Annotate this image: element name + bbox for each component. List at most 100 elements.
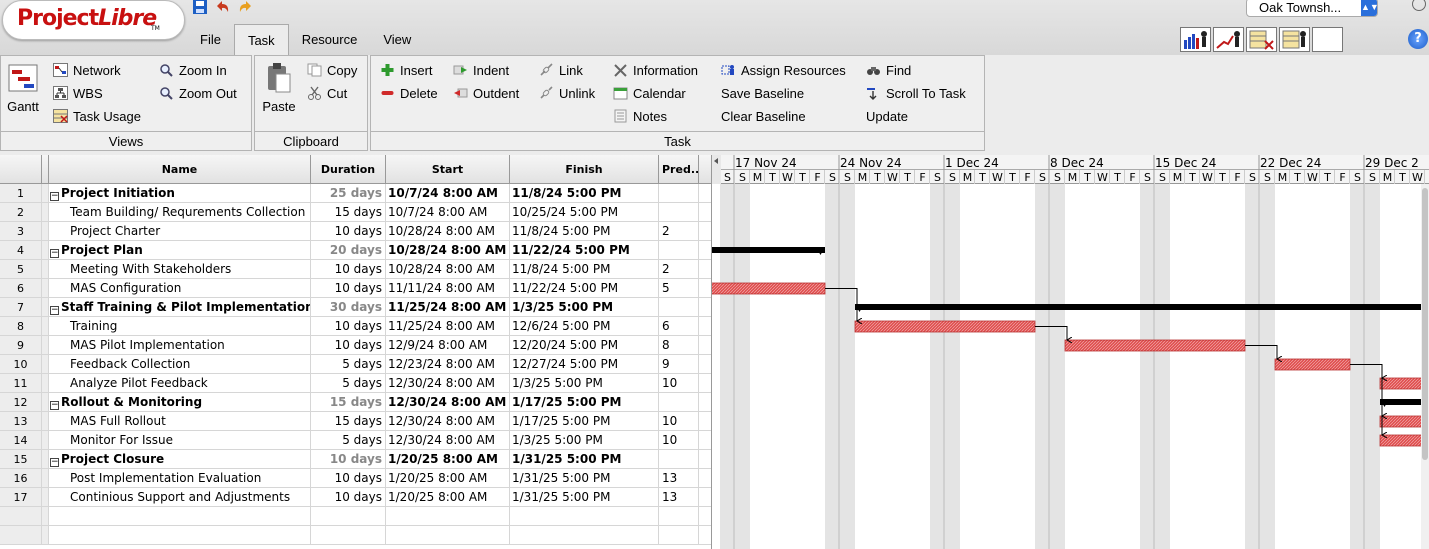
finish-cell[interactable]: 1/31/25 5:00 PM — [510, 488, 659, 507]
wbs-button[interactable]: WBS — [53, 83, 103, 103]
scroll-to-task-button[interactable]: Scroll To Task — [866, 83, 966, 103]
duration-cell[interactable]: 20 days — [311, 241, 386, 260]
table-row[interactable]: 13 MAS Full Rollout 15 days 12/30/24 8:00 A… — [0, 412, 711, 431]
duration-cell[interactable]: 15 days — [311, 203, 386, 222]
finish-cell[interactable]: 1/31/25 5:00 PM — [510, 469, 659, 488]
predecessors-cell[interactable]: 2 — [659, 260, 699, 279]
duration-cell[interactable] — [311, 526, 386, 545]
assign-resources-button[interactable]: Assign Resources — [721, 60, 846, 80]
predecessors-cell[interactable]: 10 — [659, 431, 699, 450]
finish-cell[interactable]: 10/25/24 5:00 PM — [510, 203, 659, 222]
finish-cell[interactable]: 11/8/24 5:00 PM — [510, 260, 659, 279]
header-name[interactable]: Name — [49, 155, 311, 184]
start-cell[interactable]: 10/28/24 8:00 AM — [386, 222, 510, 241]
duration-cell[interactable]: 25 days — [311, 184, 386, 203]
finish-cell[interactable]: 1/3/25 5:00 PM — [510, 431, 659, 450]
table-row[interactable]: 5 Meeting With Stakeholders 10 days 10/28/2… — [0, 260, 711, 279]
start-cell[interactable]: 12/30/24 8:00 AM — [386, 393, 510, 412]
gantt-chart[interactable]: 17 Nov 24 24 Nov 24 1 Dec 24 8 Dec 24 15 Dec… — [712, 155, 1429, 549]
start-cell[interactable]: 10/28/24 8:00 AM — [386, 260, 510, 279]
finish-cell[interactable]: 11/8/24 5:00 PM — [510, 184, 659, 203]
table-row[interactable]: 17 Continious Support and Adjustments 10 d… — [0, 488, 711, 507]
information-button[interactable]: Information — [613, 60, 698, 80]
task-name-cell[interactable] — [49, 507, 311, 526]
duration-cell[interactable]: 10 days — [311, 279, 386, 298]
tab-view[interactable]: View — [370, 24, 424, 55]
finish-cell[interactable]: 1/31/25 5:00 PM — [510, 450, 659, 469]
task-name-cell[interactable]: − Staff Training & Pilot Implementation — [49, 298, 311, 317]
clear-baseline-button[interactable]: Clear Baseline — [721, 106, 806, 126]
predecessors-cell[interactable]: 9 — [659, 355, 699, 374]
redo-icon[interactable] — [238, 0, 254, 14]
histogram-view-icon[interactable] — [1180, 27, 1211, 52]
predecessors-cell[interactable] — [659, 507, 699, 526]
finish-cell[interactable]: 11/22/24 5:00 PM — [510, 241, 659, 260]
predecessors-cell[interactable]: 8 — [659, 336, 699, 355]
predecessors-cell[interactable]: 10 — [659, 374, 699, 393]
paste-button[interactable]: Paste — [261, 62, 297, 114]
predecessors-cell[interactable] — [659, 241, 699, 260]
predecessors-cell[interactable] — [659, 298, 699, 317]
tab-resource[interactable]: Resource — [289, 24, 371, 55]
link-button[interactable]: Link — [539, 60, 583, 80]
insert-button[interactable]: Insert — [380, 60, 433, 80]
task-name-cell[interactable]: Continious Support and Adjustments — [49, 488, 311, 507]
tab-task[interactable]: Task — [233, 24, 289, 55]
predecessors-cell[interactable]: 5 — [659, 279, 699, 298]
finish-cell[interactable] — [510, 507, 659, 526]
task-name-cell[interactable]: MAS Pilot Implementation — [49, 336, 311, 355]
start-cell[interactable]: 1/20/25 8:00 AM — [386, 450, 510, 469]
table-row[interactable]: 15− Project Closure 10 days 1/20/25 8:00 AM… — [0, 450, 711, 469]
start-cell[interactable]: 10/7/24 8:00 AM — [386, 203, 510, 222]
task-name-cell[interactable]: − Project Initiation — [49, 184, 311, 203]
save-icon[interactable] — [192, 0, 208, 14]
duration-cell[interactable]: 15 days — [311, 412, 386, 431]
unlink-button[interactable]: Unlink — [539, 83, 595, 103]
notes-button[interactable]: Notes — [613, 106, 667, 126]
task-name-cell[interactable]: Team Building/ Requrements Collection — [49, 203, 311, 222]
gantt-button[interactable]: Gantt — [5, 64, 41, 114]
outdent-button[interactable]: Outdent — [453, 83, 519, 103]
collapse-toggle-icon[interactable]: − — [50, 249, 59, 258]
indent-button[interactable]: Indent — [453, 60, 509, 80]
predecessors-cell[interactable]: 6 — [659, 317, 699, 336]
table-row[interactable]: 2 Team Building/ Requrements Collection 15… — [0, 203, 711, 222]
task-name-cell[interactable] — [49, 526, 311, 545]
start-cell[interactable]: 10/28/24 8:00 AM — [386, 241, 510, 260]
predecessors-cell[interactable] — [659, 393, 699, 412]
predecessors-cell[interactable]: 13 — [659, 488, 699, 507]
network-button[interactable]: Network — [53, 60, 121, 80]
finish-cell[interactable]: 12/27/24 5:00 PM — [510, 355, 659, 374]
table-row[interactable]: 1− Project Initiation 25 days 10/7/24 8:00 … — [0, 184, 711, 203]
find-button[interactable]: Find — [866, 60, 911, 80]
finish-cell[interactable] — [510, 526, 659, 545]
start-cell[interactable]: 12/9/24 8:00 AM — [386, 336, 510, 355]
start-cell[interactable] — [386, 507, 510, 526]
duration-cell[interactable]: 10 days — [311, 450, 386, 469]
collapse-toggle-icon[interactable]: − — [50, 192, 59, 201]
duration-cell[interactable]: 10 days — [311, 336, 386, 355]
help-icon[interactable]: ? — [1408, 29, 1428, 49]
table-row[interactable] — [0, 507, 711, 526]
table-row[interactable]: 4− Project Plan 20 days 10/28/24 8:00 AM 11/… — [0, 241, 711, 260]
finish-cell[interactable]: 12/20/24 5:00 PM — [510, 336, 659, 355]
chart-view-icon[interactable] — [1213, 27, 1244, 52]
task-usage-button[interactable]: Task Usage — [53, 106, 141, 126]
update-button[interactable]: Update — [866, 106, 908, 126]
table-row[interactable]: 8 Training 10 days 11/25/24 8:00 AM 12/6/24 … — [0, 317, 711, 336]
finish-cell[interactable]: 11/8/24 5:00 PM — [510, 222, 659, 241]
duration-cell[interactable]: 10 days — [311, 488, 386, 507]
start-cell[interactable]: 11/25/24 8:00 AM — [386, 317, 510, 336]
blank-view-icon[interactable] — [1312, 27, 1343, 52]
task-usage-view-icon[interactable] — [1246, 27, 1277, 52]
task-name-cell[interactable]: − Project Plan — [49, 241, 311, 260]
table-row[interactable]: 16 Post Implementation Evaluation 10 days 1… — [0, 469, 711, 488]
finish-cell[interactable]: 12/6/24 5:00 PM — [510, 317, 659, 336]
predecessors-cell[interactable]: 2 — [659, 222, 699, 241]
start-cell[interactable]: 12/30/24 8:00 AM — [386, 374, 510, 393]
duration-cell[interactable]: 10 days — [311, 222, 386, 241]
finish-cell[interactable]: 1/3/25 5:00 PM — [510, 374, 659, 393]
predecessors-cell[interactable] — [659, 450, 699, 469]
task-name-cell[interactable]: Analyze Pilot Feedback — [49, 374, 311, 393]
task-name-cell[interactable]: − Project Closure — [49, 450, 311, 469]
